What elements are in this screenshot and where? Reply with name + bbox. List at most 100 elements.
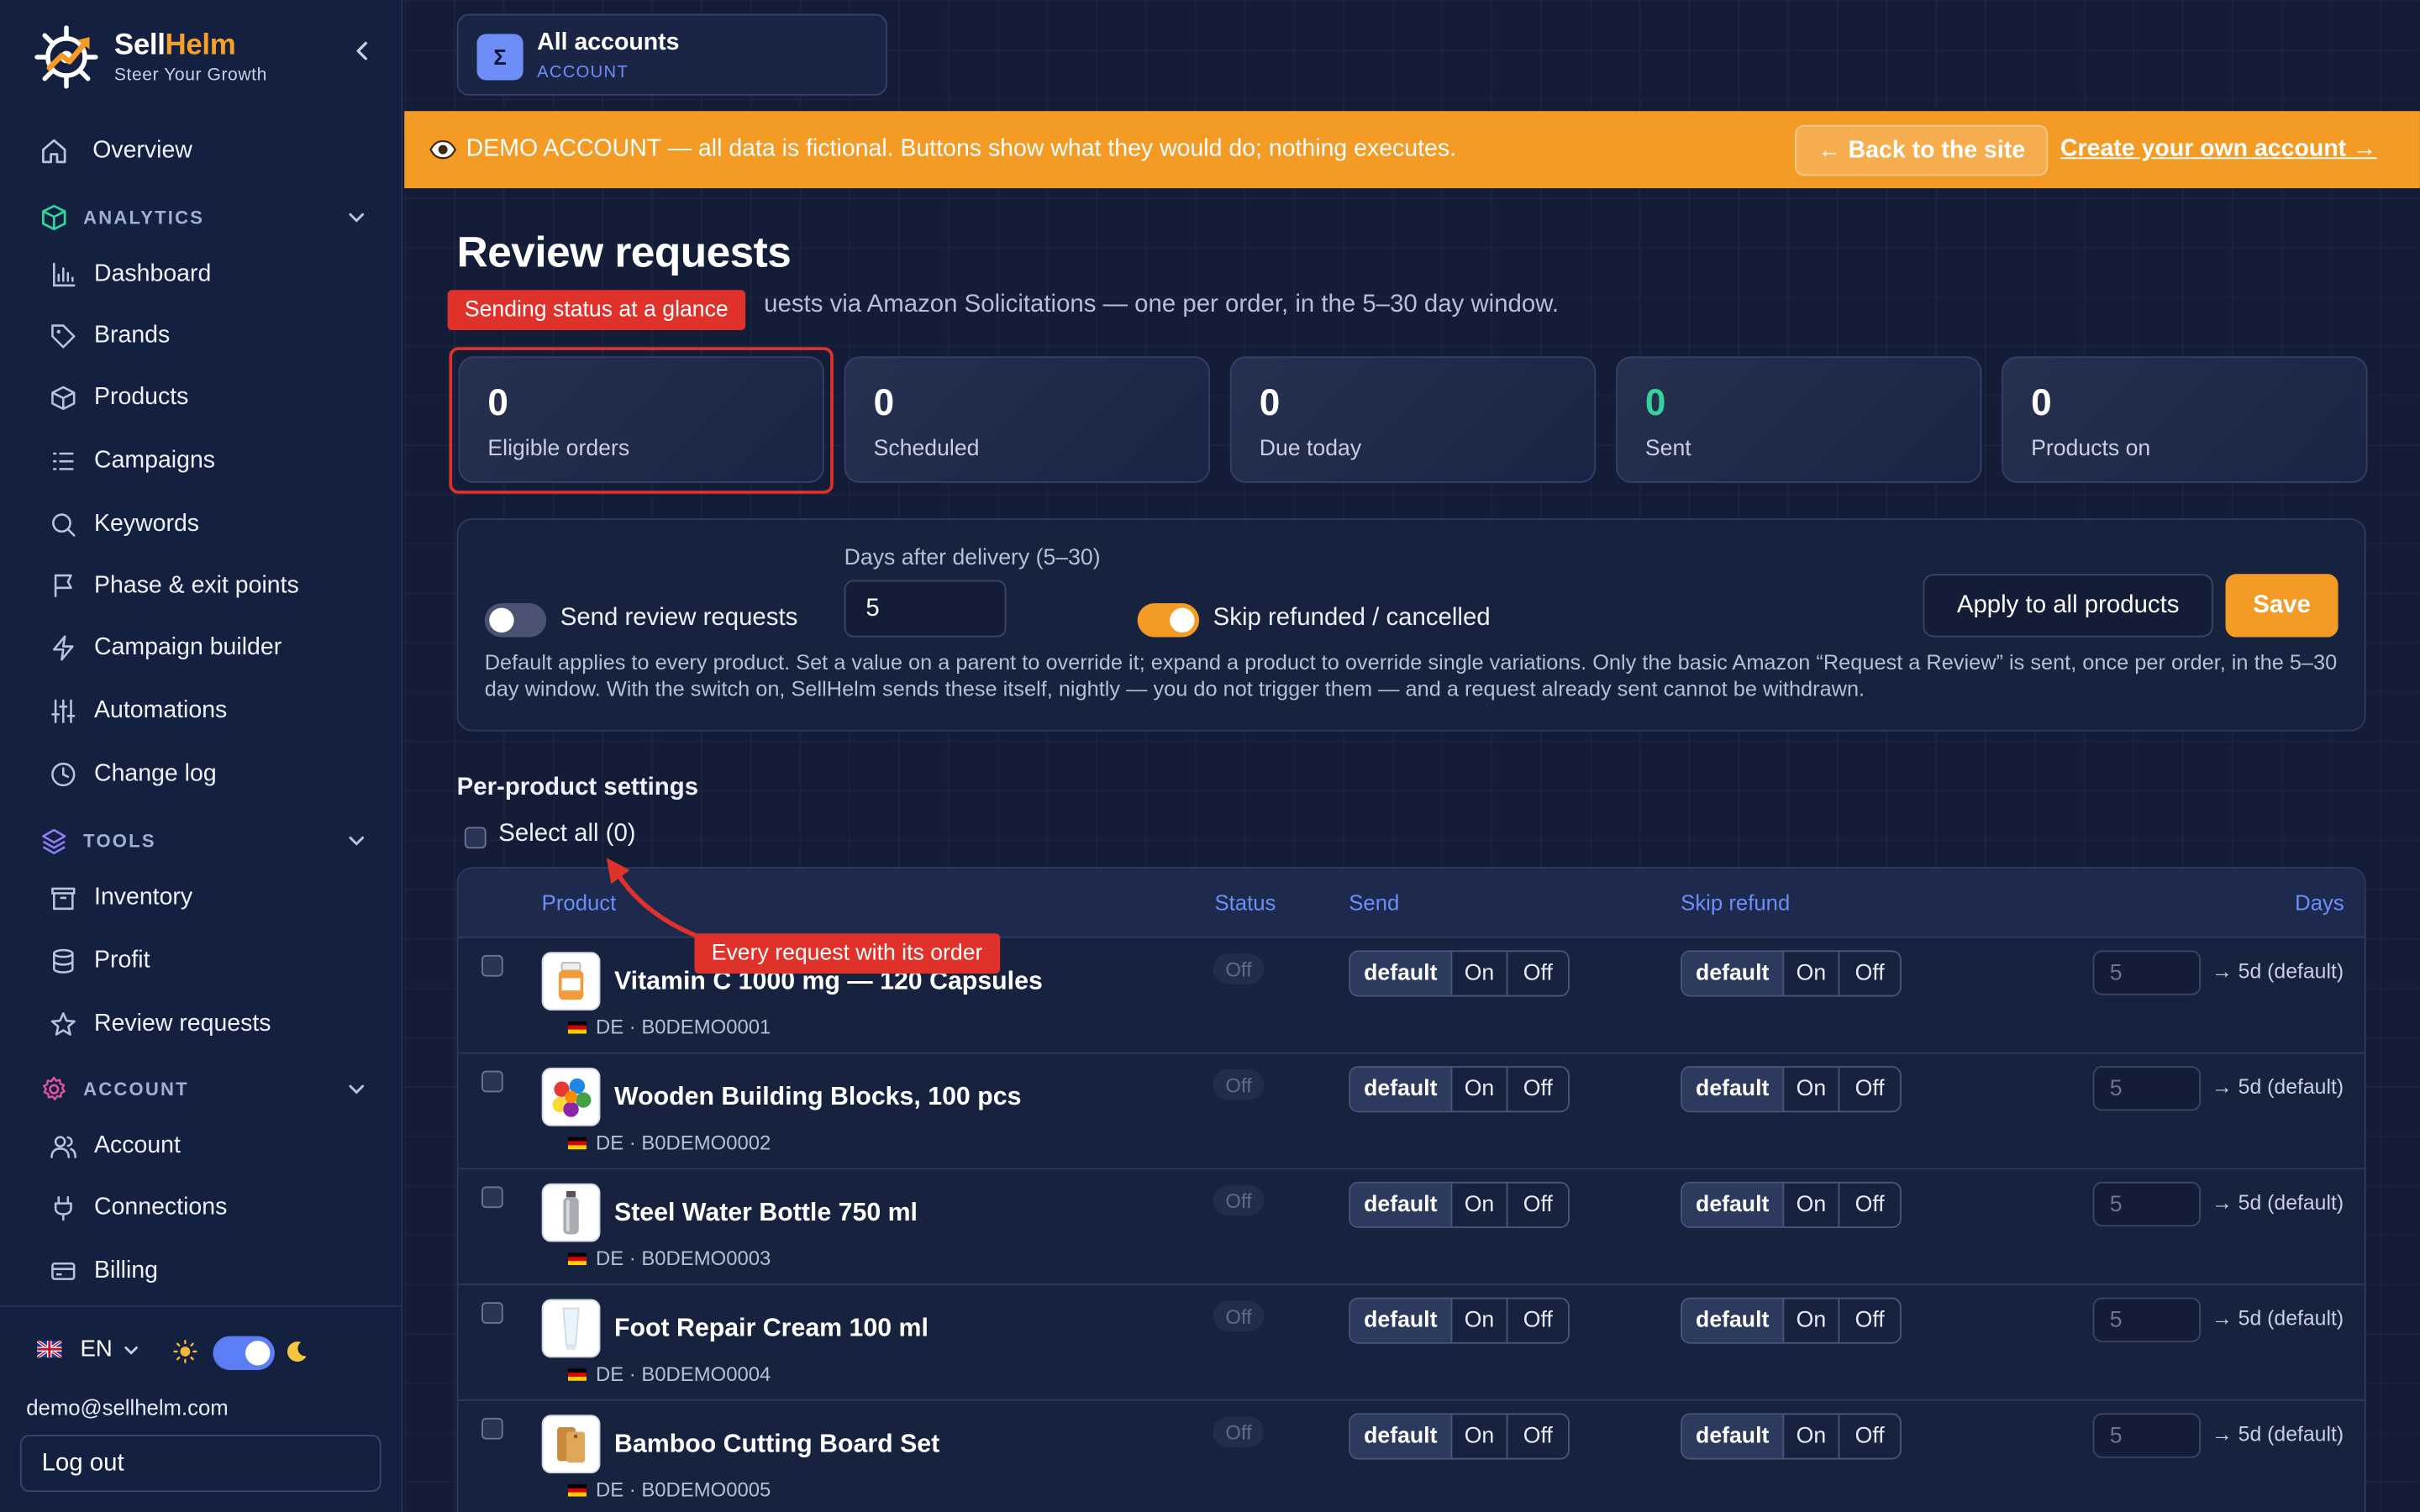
send-review-requests-switch[interactable]	[484, 603, 547, 638]
product-thumbnail	[541, 1299, 601, 1358]
skip-off-option[interactable]: Off	[1839, 1068, 1900, 1110]
row-checkbox[interactable]	[481, 1070, 503, 1093]
skip-default-option[interactable]: default	[1682, 952, 1785, 995]
nav-products[interactable]: Products	[50, 376, 188, 419]
nav-profit[interactable]: Profit	[50, 940, 150, 983]
flag-icon	[50, 572, 77, 600]
apply-to-all-button[interactable]: Apply to all products	[1923, 574, 2213, 638]
send-default-option[interactable]: default	[1350, 1183, 1453, 1227]
row-checkbox[interactable]	[481, 1417, 503, 1440]
days-input[interactable]: 5	[2092, 1181, 2202, 1227]
skip-default-option[interactable]: default	[1682, 1299, 1785, 1342]
send-default-option[interactable]: default	[1350, 1415, 1453, 1458]
database-icon	[50, 948, 77, 975]
row-checkbox[interactable]	[481, 954, 503, 977]
product-thumbnail	[541, 1183, 601, 1242]
product-name[interactable]: Foot Repair Cream 100 ml	[614, 1315, 929, 1344]
nav-campaigns[interactable]: Campaigns	[50, 439, 215, 482]
send-on-option[interactable]: On	[1452, 1183, 1508, 1227]
table-row: Wooden Building Blocks, 100 pcs DE · B0D…	[458, 1053, 2365, 1170]
nav-billing[interactable]: Billing	[50, 1250, 158, 1293]
skip-on-option[interactable]: On	[1784, 1067, 1840, 1111]
nav-label: Review requests	[94, 1011, 271, 1037]
brand[interactable]: SellHelm Steer Your Growth	[34, 24, 266, 89]
days-input[interactable]: 5	[2092, 1066, 2202, 1111]
sun-icon	[173, 1339, 197, 1363]
nav-campaign-builder[interactable]: Campaign builder	[50, 627, 281, 669]
nav-inventory[interactable]: Inventory	[50, 876, 192, 919]
row-checkbox[interactable]	[481, 1186, 503, 1209]
send-on-option[interactable]: On	[1452, 952, 1508, 995]
skip-off-option[interactable]: Off	[1839, 952, 1900, 995]
nav-label: Billing	[94, 1257, 159, 1284]
nav-keywords[interactable]: Keywords	[50, 503, 199, 546]
skip-refund-segmented-control: default On Off	[1681, 1066, 1902, 1113]
status-badge: Off	[1213, 1416, 1265, 1447]
nav-dashboard[interactable]: Dashboard	[50, 253, 211, 296]
section-tools[interactable]: TOOLS	[40, 824, 367, 858]
skip-default-option[interactable]: default	[1682, 1183, 1785, 1227]
nav-review-requests[interactable]: Review requests	[50, 1003, 271, 1046]
col-skip-refund[interactable]: Skip refund	[1681, 890, 1790, 915]
nav-connections[interactable]: Connections	[50, 1186, 227, 1229]
collapse-sidebar-icon[interactable]	[349, 37, 376, 65]
nav-automations[interactable]: Automations	[50, 690, 227, 732]
language-selector[interactable]: EN	[37, 1336, 140, 1362]
skip-default-option[interactable]: default	[1682, 1067, 1785, 1111]
skip-off-option[interactable]: Off	[1839, 1184, 1900, 1226]
row-checkbox[interactable]	[481, 1302, 503, 1324]
product-meta: DE · B0DEMO0001	[567, 1016, 771, 1038]
skip-on-option[interactable]: On	[1784, 1415, 1840, 1458]
logout-button[interactable]: Log out	[19, 1435, 381, 1493]
days-after-delivery-input[interactable]	[844, 580, 1007, 638]
product-name[interactable]: Bamboo Cutting Board Set	[614, 1431, 939, 1460]
skip-default-option[interactable]: default	[1682, 1415, 1785, 1458]
account-switcher[interactable]: Σ All accounts ACCOUNT	[456, 13, 888, 96]
col-days[interactable]: Days	[2295, 890, 2344, 915]
skip-off-option[interactable]: Off	[1839, 1299, 1900, 1342]
send-review-requests-label: Send review requests	[560, 604, 798, 632]
skip-on-option[interactable]: On	[1784, 1299, 1840, 1342]
days-input[interactable]: 5	[2092, 1413, 2202, 1458]
nav-overview[interactable]: Overview	[40, 129, 192, 172]
product-name[interactable]: Steel Water Bottle 750 ml	[614, 1199, 918, 1228]
section-label: TOOLS	[83, 830, 156, 852]
col-product[interactable]: Product	[542, 890, 617, 915]
skip-refund-segmented-control: default On Off	[1681, 1297, 1902, 1344]
product-thumbnail	[541, 952, 601, 1011]
send-on-option[interactable]: On	[1452, 1067, 1508, 1111]
send-default-option[interactable]: default	[1350, 1299, 1453, 1342]
send-off-option[interactable]: Off	[1507, 952, 1568, 995]
select-all-checkbox[interactable]	[464, 827, 487, 849]
send-off-option[interactable]: Off	[1507, 1068, 1568, 1110]
nav-account[interactable]: Account	[50, 1125, 181, 1168]
skip-off-option[interactable]: Off	[1839, 1415, 1900, 1457]
nav-brands[interactable]: Brands	[50, 315, 170, 358]
send-off-option[interactable]: Off	[1507, 1415, 1568, 1457]
skip-refunded-switch[interactable]	[1137, 603, 1200, 638]
save-button[interactable]: Save	[2225, 574, 2338, 638]
send-on-option[interactable]: On	[1452, 1299, 1508, 1342]
section-analytics[interactable]: ANALYTICS	[40, 201, 367, 234]
brand-tagline: Steer Your Growth	[113, 66, 267, 86]
send-on-option[interactable]: On	[1452, 1415, 1508, 1458]
send-default-option[interactable]: default	[1350, 952, 1453, 995]
skip-refund-segmented-control: default On Off	[1681, 1413, 1902, 1460]
send-default-option[interactable]: default	[1350, 1067, 1453, 1111]
back-to-site-button[interactable]: ← Back to the site	[1795, 124, 2049, 176]
send-off-option[interactable]: Off	[1507, 1299, 1568, 1342]
nav-change-log[interactable]: Change log	[50, 753, 217, 795]
section-account[interactable]: ACCOUNT	[40, 1073, 367, 1106]
nav-phase-exit-points[interactable]: Phase & exit points	[50, 564, 299, 607]
days-input[interactable]: 5	[2092, 950, 2202, 995]
theme-toggle[interactable]	[213, 1336, 275, 1370]
skip-on-option[interactable]: On	[1784, 952, 1840, 995]
col-send[interactable]: Send	[1349, 890, 1399, 915]
product-name[interactable]: Wooden Building Blocks, 100 pcs	[614, 1083, 1021, 1112]
skip-on-option[interactable]: On	[1784, 1183, 1840, 1227]
col-status[interactable]: Status	[1214, 890, 1276, 915]
chevron-down-icon	[349, 836, 365, 846]
days-input[interactable]: 5	[2092, 1297, 2202, 1342]
send-off-option[interactable]: Off	[1507, 1184, 1568, 1226]
create-account-link[interactable]: Create your own account →	[2060, 136, 2376, 164]
